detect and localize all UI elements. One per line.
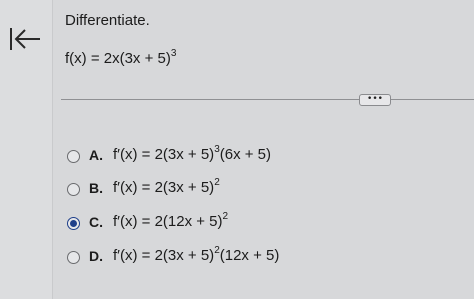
formula-main: f′(x) = 2(3x + 5) [113,179,215,196]
formula-main: f′(x) = 2(3x + 5) [113,247,215,264]
formula-exponent: 2 [214,177,220,188]
radio-button-c-selected[interactable] [67,217,80,230]
option-formula: f′(x) = 2(3x + 5)2 [113,177,220,197]
option-letter: A. [89,147,103,163]
sidebar [0,0,53,299]
formula-exponent: 2 [222,211,229,222]
function-definition: f(x) = 2x(3x + 5)3 [65,48,177,68]
option-formula: f′(x) = 2(12x + 5)2 [113,211,229,231]
radio-button-b[interactable] [67,183,80,196]
radio-button-d[interactable] [67,251,80,264]
option-formula: f′(x) = 2(3x + 5)3(6x + 5) [113,145,272,164]
question-prompt: Differentiate. [65,12,150,29]
formula-main: f′(x) = 2(12x + 5) [113,213,223,230]
back-button[interactable] [8,24,42,54]
question-panel: Differentiate. f(x) = 2x(3x + 5)3 ••• A.… [53,0,474,299]
formula-tail: (12x + 5) [219,247,280,264]
divider [61,99,474,100]
formula-main: f′(x) = 2(3x + 5) [113,146,215,163]
arrow-left-to-bar-icon [10,28,40,50]
option-letter: B. [89,180,103,196]
function-base: f(x) = 2x(3x + 5) [65,50,171,67]
radio-button-a[interactable] [67,150,80,163]
option-formula: f′(x) = 2(3x + 5)2(12x + 5) [113,246,280,265]
function-exponent: 3 [170,48,177,59]
option-letter: D. [89,248,103,264]
option-letter: C. [89,214,103,230]
more-button[interactable]: ••• [359,94,391,106]
formula-tail: (6x + 5) [219,146,272,163]
